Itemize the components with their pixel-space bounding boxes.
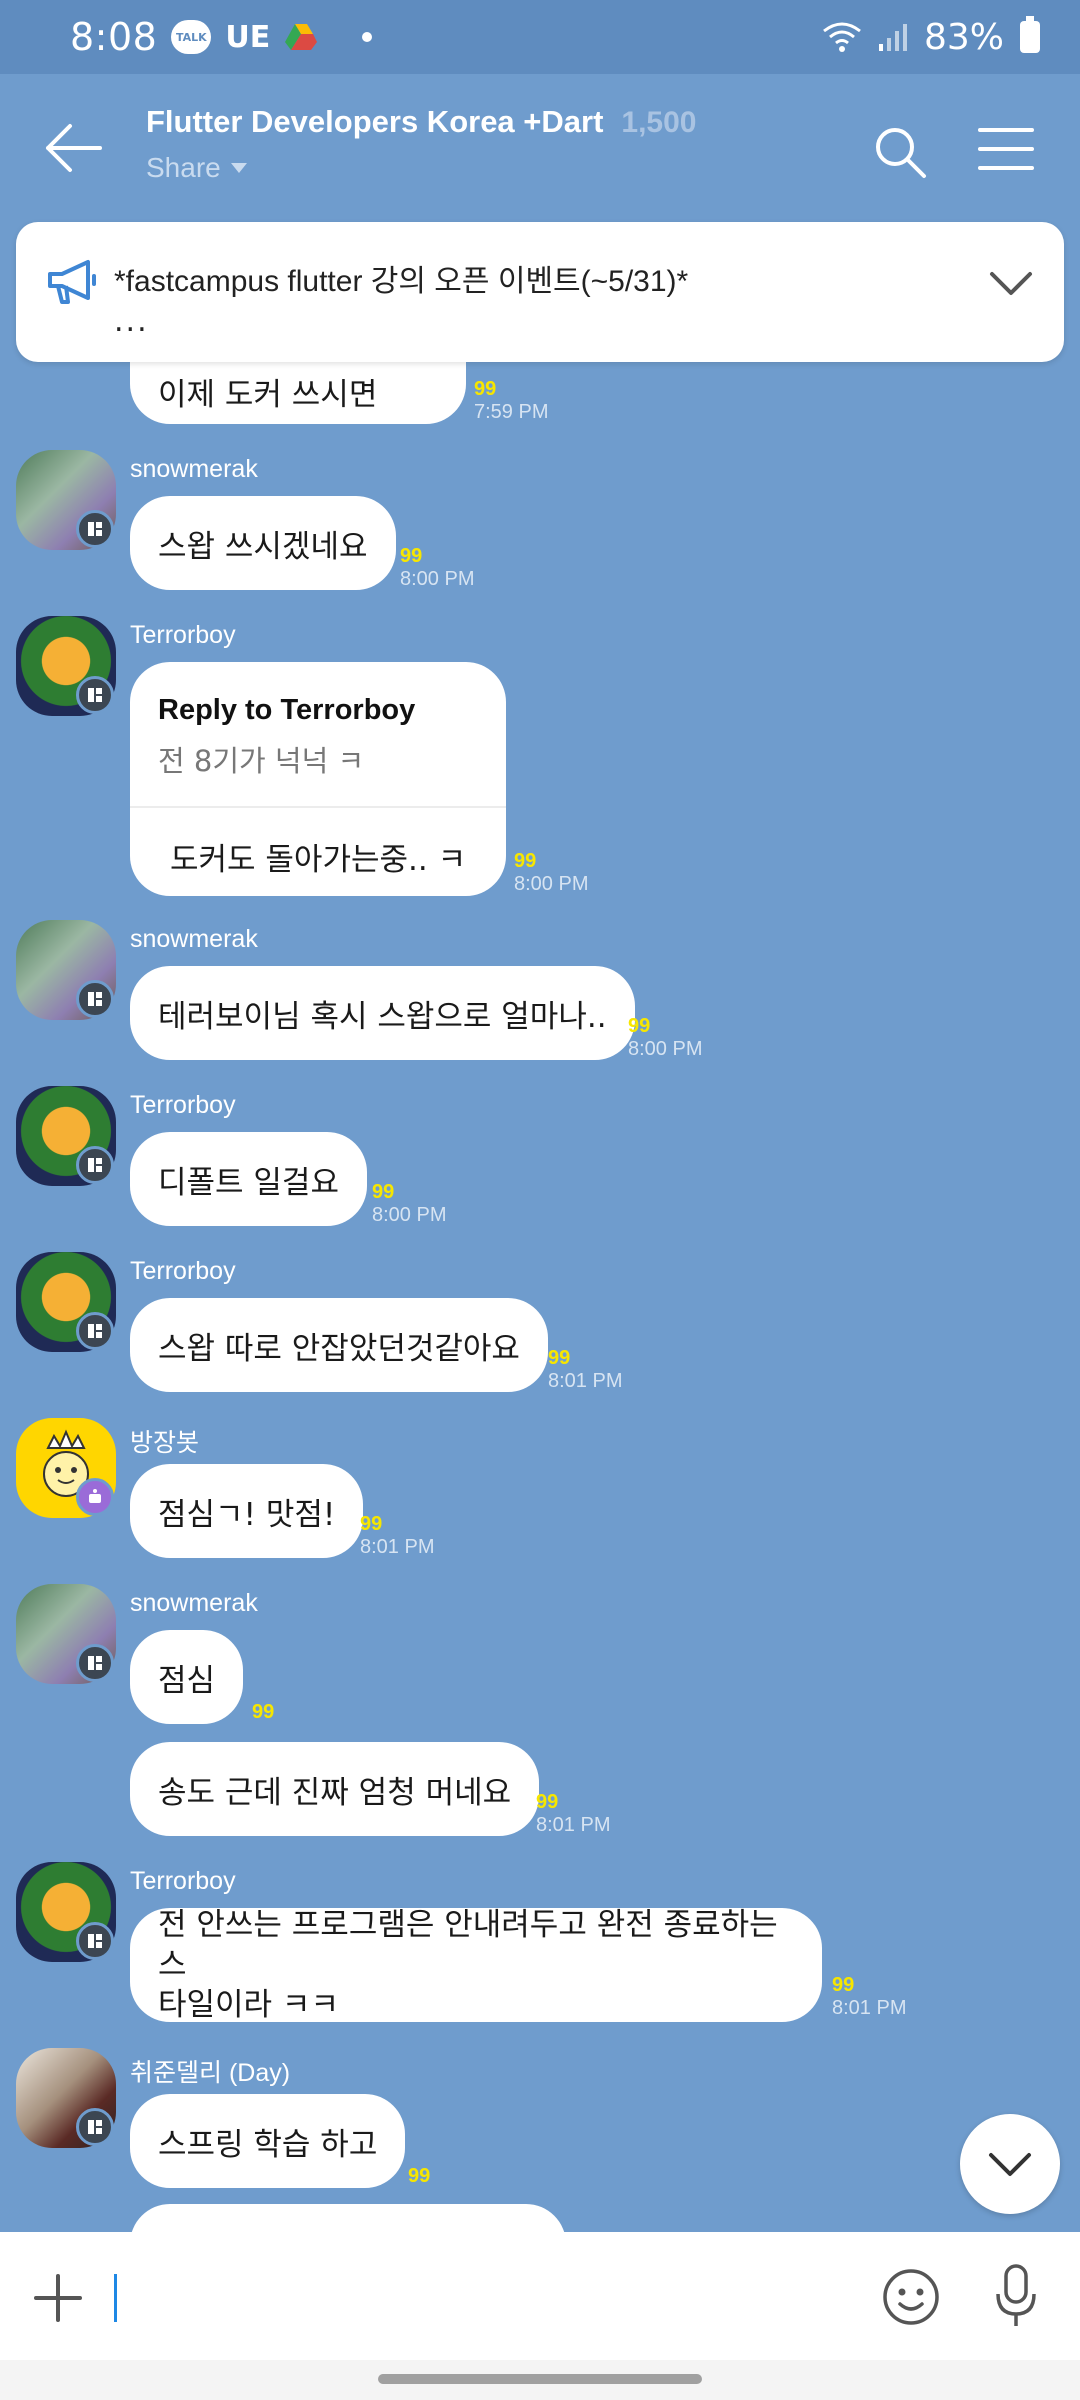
profile-badge-icon bbox=[76, 1922, 114, 1960]
unread-count: 99 bbox=[514, 850, 537, 872]
message-bubble-partial[interactable] bbox=[130, 2204, 566, 2232]
message-bubble[interactable]: 스프링 학습 하고 bbox=[130, 2094, 406, 2188]
message-time: 7:59 PM bbox=[474, 401, 549, 423]
message-time: 8:00 PM bbox=[514, 873, 589, 895]
sender-name: Terrorboy bbox=[130, 621, 236, 649]
message-input-bar bbox=[0, 2232, 1080, 2360]
reply-quote: 전 8기가 넉넉 ㅋ bbox=[158, 744, 365, 778]
notice-more: ... bbox=[114, 304, 149, 339]
message-text: 이제 도커 쓰시면 bbox=[158, 376, 378, 413]
unread-count: 99 bbox=[832, 1974, 855, 1996]
message-bubble[interactable]: 테러보이님 혹시 스왑으로 얼마나.. bbox=[130, 966, 635, 1060]
message-text: 테러보이님 혹시 스왑으로 얼마나.. bbox=[158, 998, 607, 1035]
message-meta: 99 8:00 PM bbox=[400, 545, 474, 591]
emoji-button[interactable] bbox=[882, 2268, 940, 2326]
message-text: 디폴트 일걸요 bbox=[158, 1164, 339, 1201]
message-bubble[interactable]: 전 안쓰는 프로그램은 안내려두고 완전 종료하는 스 타일이라 ㅋㅋ bbox=[130, 1907, 822, 2023]
message-meta: 99 8:01 PM bbox=[548, 1347, 622, 1393]
message-meta: 99 8:01 PM bbox=[536, 1791, 610, 1837]
chevron-down-icon[interactable] bbox=[988, 266, 1034, 300]
scroll-to-bottom-button[interactable] bbox=[960, 2114, 1060, 2214]
message-meta: 99 7:59 PM bbox=[474, 378, 548, 424]
unread-count: 99 bbox=[536, 1791, 559, 1813]
message-meta: 99 8:00 PM bbox=[514, 850, 588, 896]
mic-button[interactable] bbox=[994, 2264, 1038, 2328]
message-bubble[interactable]: 점심ㄱ! 맛점! bbox=[130, 1464, 364, 1558]
profile-badge-icon bbox=[76, 980, 114, 1018]
sender-name: snowmerak bbox=[130, 925, 258, 953]
bot-badge-icon bbox=[76, 1478, 114, 1516]
message-meta: 99 8:01 PM bbox=[360, 1513, 434, 1559]
message-time: 8:00 PM bbox=[400, 568, 475, 590]
unread-count: 99 bbox=[474, 378, 497, 400]
message-text: 송도 근데 진짜 엄청 머네요 bbox=[158, 1774, 512, 1811]
chevron-down-icon bbox=[989, 2153, 1031, 2176]
message-meta: 99 8:01 PM bbox=[832, 1974, 906, 2020]
message-time: 8:01 PM bbox=[536, 1814, 611, 1836]
message-text-line: 전 안쓰는 프로그램은 안내려두고 완전 종료하는 스 bbox=[158, 1907, 778, 1983]
message-bubble[interactable]: 송도 근데 진짜 엄청 머네요 bbox=[130, 1742, 540, 1836]
message-time: 8:01 PM bbox=[548, 1370, 623, 1392]
home-gesture-bar[interactable] bbox=[378, 2374, 702, 2384]
add-attachment-button[interactable] bbox=[32, 2272, 84, 2324]
system-navigation-bar bbox=[0, 2360, 1080, 2400]
message-meta: 99 bbox=[252, 1701, 274, 1723]
reply-title: Reply to Terrorboy bbox=[158, 694, 416, 726]
message-meta: 99 bbox=[408, 2165, 430, 2187]
profile-badge-icon bbox=[76, 510, 114, 548]
reply-message-bubble[interactable]: Reply to Terrorboy 전 8기가 넉넉 ㅋ 도커도 돌아가는중.… bbox=[130, 662, 506, 896]
message-input-field[interactable] bbox=[114, 2274, 117, 2322]
unread-count: 99 bbox=[360, 1513, 383, 1535]
message-text-line: 타일이라 ㅋㅋ bbox=[158, 1987, 339, 2023]
unread-count: 99 bbox=[408, 2165, 431, 2187]
sender-name: Terrorboy bbox=[130, 1257, 236, 1285]
message-text: 점심ㄱ! 맛점! bbox=[158, 1496, 336, 1533]
message-bubble[interactable]: 스왑 쓰시겠네요 bbox=[130, 496, 396, 590]
message-bubble[interactable]: 스왑 따로 안잡았던것같아요 bbox=[130, 1298, 548, 1392]
message-bubble[interactable]: 점심 bbox=[130, 1630, 244, 1724]
sender-name: 취준델리 (Day) bbox=[130, 2059, 291, 2087]
profile-badge-icon bbox=[76, 2108, 114, 2146]
message-meta: 99 8:00 PM bbox=[372, 1181, 446, 1227]
reply-divider bbox=[130, 806, 506, 808]
message-meta: 99 8:00 PM bbox=[628, 1015, 702, 1061]
unread-count: 99 bbox=[628, 1015, 651, 1037]
notice-banner[interactable]: *fastcampus flutter 강의 오픈 이벤트(~5/31)* ..… bbox=[16, 222, 1064, 362]
unread-count: 99 bbox=[548, 1347, 571, 1369]
notice-text: *fastcampus flutter 강의 오픈 이벤트(~5/31)* bbox=[114, 265, 689, 298]
message-time: 8:01 PM bbox=[360, 1536, 435, 1558]
unread-count: 99 bbox=[372, 1181, 395, 1203]
message-time: 8:00 PM bbox=[628, 1038, 703, 1060]
profile-badge-icon bbox=[76, 1644, 114, 1682]
profile-badge-icon bbox=[76, 1312, 114, 1350]
message-time: 8:00 PM bbox=[372, 1204, 447, 1226]
sender-name: Terrorboy bbox=[130, 1091, 236, 1119]
message-text: 도커도 돌아가는중.. ㅋ bbox=[170, 842, 467, 878]
profile-badge-icon bbox=[76, 676, 114, 714]
sender-name: Terrorboy bbox=[130, 1867, 236, 1895]
sender-name: snowmerak bbox=[130, 455, 258, 483]
message-time: 8:01 PM bbox=[832, 1997, 907, 2019]
unread-count: 99 bbox=[252, 1701, 275, 1723]
message-text: 스왑 따로 안잡았던것같아요 bbox=[158, 1330, 520, 1367]
profile-badge-icon bbox=[76, 1146, 114, 1184]
message-text: 점심 bbox=[158, 1662, 216, 1699]
message-text: 스프링 학습 하고 bbox=[158, 2126, 378, 2163]
sender-name: 방장봇 bbox=[130, 1429, 200, 1457]
message-bubble[interactable]: 디폴트 일걸요 bbox=[130, 1132, 367, 1226]
unread-count: 99 bbox=[400, 545, 423, 567]
megaphone-icon bbox=[48, 260, 96, 304]
sender-name: snowmerak bbox=[130, 1589, 258, 1617]
message-text: 스왑 쓰시겠네요 bbox=[158, 528, 368, 565]
